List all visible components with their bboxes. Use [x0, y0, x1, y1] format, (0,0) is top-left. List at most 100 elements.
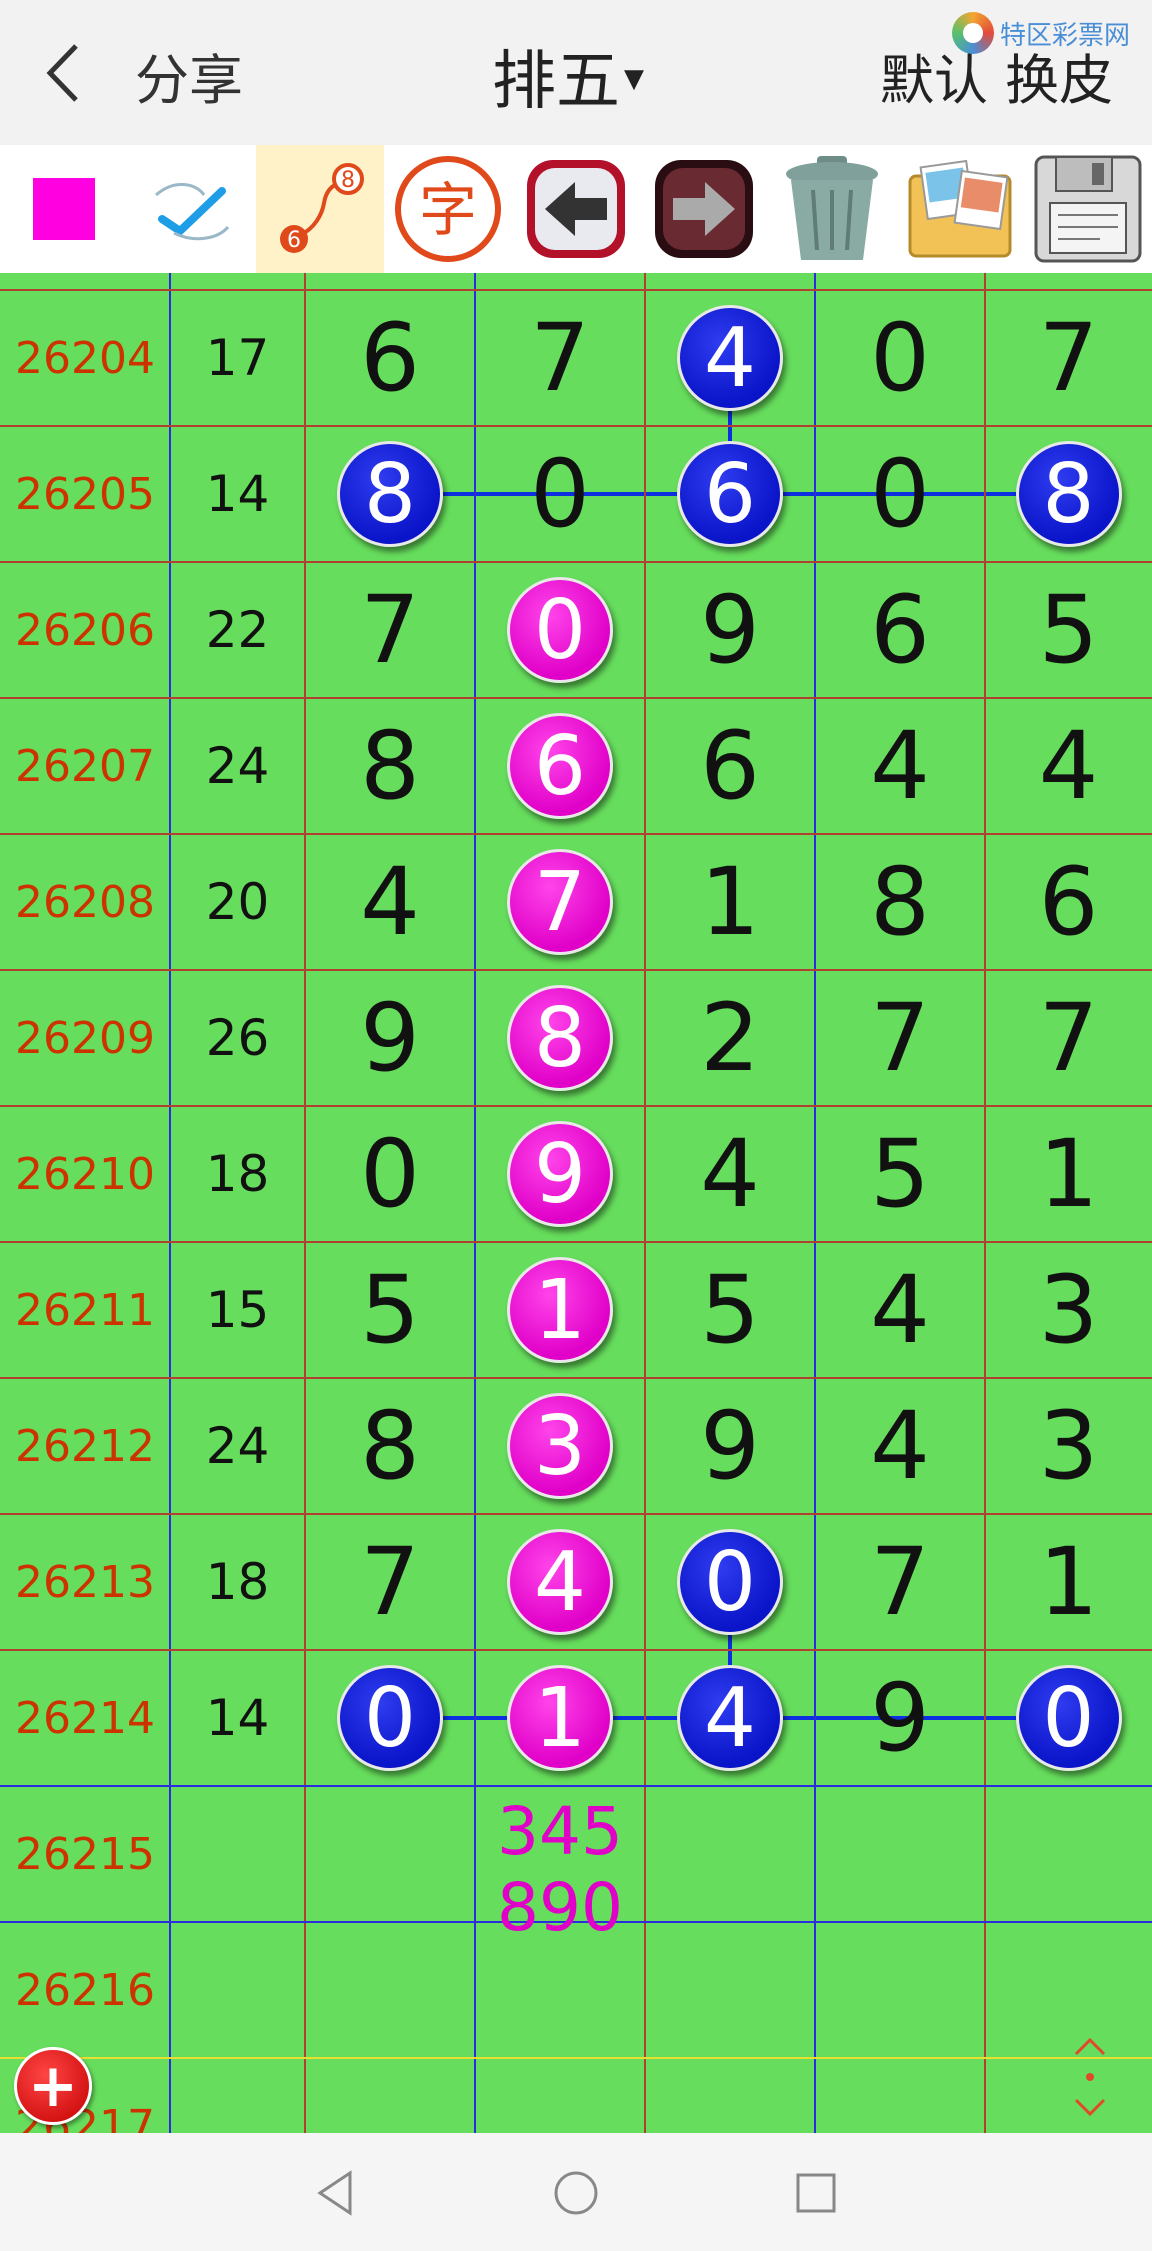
link-numbers-button[interactable]: 8 6 — [256, 145, 384, 273]
change-skin-button[interactable]: 换皮 — [1005, 49, 1113, 112]
pink-ball-mark[interactable]: 9 — [507, 1121, 613, 1227]
header-bar: 分享 排五 ▼ 默认 换皮 特区彩票网 — [0, 0, 1152, 145]
digit-cell[interactable] — [815, 1922, 985, 2058]
digit-cell[interactable]: 7 — [985, 970, 1152, 1106]
share-button[interactable]: 分享 — [135, 36, 243, 115]
trash-button[interactable] — [768, 145, 896, 273]
watermark-logo-icon — [952, 12, 994, 54]
digit-cell[interactable]: 6 — [645, 698, 815, 834]
digit-cell[interactable]: 3 — [985, 1378, 1152, 1514]
check-mark-icon — [155, 183, 230, 241]
digit-cell[interactable]: 5 — [645, 1242, 815, 1378]
digit-cell[interactable]: 8 — [305, 1378, 475, 1514]
digit-cell[interactable]: 5 — [815, 1106, 985, 1242]
digit-cell[interactable]: 7 — [985, 290, 1152, 426]
watermark: 特区彩票网 — [952, 12, 1130, 54]
blue-ball-mark[interactable]: 8 — [1015, 441, 1122, 547]
digit-cell[interactable] — [645, 1786, 815, 1922]
digit-cell[interactable]: 4 — [645, 1106, 815, 1242]
blue-ball-mark[interactable]: 8 — [337, 441, 443, 547]
digit-cell[interactable]: 7 — [305, 562, 475, 698]
default-button[interactable]: 默认 — [880, 49, 988, 112]
digit-cell[interactable]: 2 — [645, 970, 815, 1106]
digit-cell[interactable]: 5 — [305, 1242, 475, 1378]
pink-ball-mark[interactable]: 1 — [507, 1665, 613, 1771]
digit-cell[interactable]: 0 — [305, 1106, 475, 1242]
blue-ball-mark[interactable]: 0 — [677, 1529, 783, 1635]
previous-button[interactable] — [512, 145, 640, 273]
nav-recents-icon[interactable] — [786, 2163, 846, 2223]
digit-cell[interactable]: 4 — [985, 698, 1152, 834]
digit-cell[interactable] — [645, 2058, 815, 2133]
blue-ball-mark[interactable]: 0 — [1015, 1665, 1122, 1771]
digit-cell[interactable]: 1 — [645, 834, 815, 970]
digit-cell[interactable]: 7 — [305, 1514, 475, 1650]
digit-cell[interactable] — [305, 1922, 475, 2058]
digit-cell[interactable]: 4 — [815, 1378, 985, 1514]
nav-back-icon[interactable] — [306, 2163, 366, 2223]
digit-sum: 14 — [205, 1689, 270, 1747]
photos-button[interactable] — [896, 145, 1024, 273]
scroll-arrows-icon[interactable] — [1062, 2032, 1118, 2122]
save-button[interactable] — [1024, 145, 1152, 273]
pink-ball-mark[interactable]: 4 — [507, 1529, 613, 1635]
digit-cell[interactable]: 8 — [305, 698, 475, 834]
period-number: 26205 — [15, 468, 155, 520]
color-swatch-button[interactable] — [0, 145, 128, 273]
period-number: 26206 — [15, 604, 155, 656]
digit-cell[interactable]: 6 — [305, 290, 475, 426]
check-tool-button[interactable] — [128, 145, 256, 273]
digit-cell[interactable] — [475, 2058, 645, 2133]
digit-cell[interactable]: 4 — [815, 698, 985, 834]
pink-ball-mark[interactable]: 0 — [507, 577, 613, 683]
character-tool-button[interactable]: 字 — [384, 145, 512, 273]
blue-ball-mark[interactable]: 6 — [677, 441, 783, 547]
digit-cell[interactable] — [815, 1786, 985, 1922]
digit-cell[interactable]: 9 — [305, 970, 475, 1106]
digit-cell[interactable]: 9 — [645, 562, 815, 698]
digit-cell[interactable]: 9 — [645, 1378, 815, 1514]
pink-ball-mark[interactable]: 8 — [507, 985, 613, 1091]
digit-cell[interactable]: 6 — [815, 562, 985, 698]
digit-cell[interactable]: 3 — [985, 1242, 1152, 1378]
digit-cell[interactable]: 4 — [815, 1242, 985, 1378]
digit-cell[interactable] — [305, 1786, 475, 1922]
trend-grid[interactable]: 26204 17 6 7 4 0 7 26205 14 8 0 6 0 8 26206 22 7 0 9 6 5 2620… — [0, 273, 1152, 2133]
lottery-type-dropdown[interactable]: 排五 ▼ — [492, 30, 644, 122]
digit-cell[interactable]: 1 — [985, 1514, 1152, 1650]
back-arrow-icon[interactable] — [40, 38, 90, 108]
blue-ball-mark[interactable]: 4 — [677, 305, 783, 411]
digit-cell[interactable]: 5 — [985, 562, 1152, 698]
digit-cell[interactable]: 6 — [985, 834, 1152, 970]
pink-ball-mark[interactable]: 6 — [507, 713, 613, 819]
digit-sum: 17 — [205, 329, 270, 387]
pink-ball-mark[interactable]: 1 — [507, 1257, 613, 1363]
pink-ball-mark[interactable]: 7 — [507, 849, 613, 955]
digit-cell[interactable]: 0 — [815, 290, 985, 426]
digit-cell[interactable]: 1 — [985, 1106, 1152, 1242]
digit-cell[interactable]: 7 — [475, 290, 645, 426]
digit-cell[interactable] — [645, 1922, 815, 2058]
digit-cell[interactable]: 7 — [815, 970, 985, 1106]
digit-cell[interactable]: 9 — [815, 1650, 985, 1786]
digit-cell[interactable] — [985, 1786, 1152, 1922]
digit-cell[interactable]: 0 — [475, 426, 645, 562]
digit-cell[interactable]: 4 — [305, 834, 475, 970]
blue-ball-mark[interactable]: 4 — [677, 1665, 783, 1771]
digit-cell[interactable]: 0 — [815, 426, 985, 562]
next-button[interactable] — [640, 145, 768, 273]
nav-home-icon[interactable] — [546, 2163, 606, 2223]
digit-cell[interactable]: 7 — [815, 1514, 985, 1650]
pink-ball-mark[interactable]: 3 — [507, 1393, 613, 1499]
digit-sum: 24 — [205, 737, 270, 795]
period-number: 26209 — [15, 1012, 155, 1064]
add-row-button[interactable]: + — [14, 2047, 92, 2125]
digit-cell[interactable] — [305, 2058, 475, 2133]
digit-cell[interactable]: 8 — [815, 834, 985, 970]
blue-ball-mark[interactable]: 0 — [337, 1665, 443, 1771]
digit-sum: 14 — [205, 465, 270, 523]
character-icon: 字 — [395, 156, 501, 262]
left-arrow-icon — [527, 160, 625, 258]
digit-cell[interactable] — [815, 2058, 985, 2133]
plus-icon: + — [27, 2051, 79, 2121]
